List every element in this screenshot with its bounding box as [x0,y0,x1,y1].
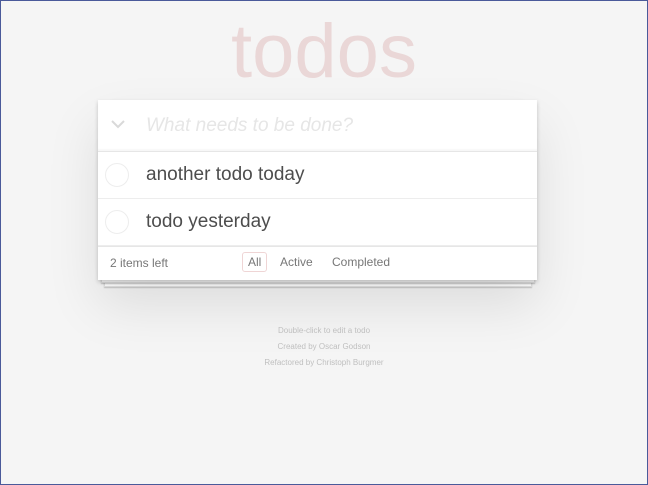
info-footer: Double-click to edit a todo Created by O… [1,323,647,371]
new-todo-input[interactable] [146,110,526,142]
todo-item[interactable]: another todo today [98,152,537,199]
info-created-by: Created by Oscar Godson [277,342,371,351]
new-todo-row [98,100,537,152]
todo-label[interactable]: todo yesterday [146,210,271,234]
filter-completed[interactable]: Completed [326,252,396,272]
filter-active[interactable]: Active [274,252,319,272]
todo-label[interactable]: another todo today [146,163,304,187]
filter-all[interactable]: All [242,252,268,272]
todo-checkbox[interactable] [105,210,129,234]
app-title: todos [231,9,417,94]
todo-app: another todo today todo yesterday 2 item… [98,100,537,280]
todo-checkbox[interactable] [105,163,129,187]
items-left-count: 2 items left [110,256,169,270]
info-refactored-by: Refactored by Christoph Burgmer [264,358,384,367]
chevron-down-icon[interactable] [110,118,126,132]
info-edit-hint: Double-click to edit a todo [277,326,371,335]
todo-item[interactable]: todo yesterday [98,199,537,246]
todo-footer: 2 items left All Active Completed [98,246,537,280]
